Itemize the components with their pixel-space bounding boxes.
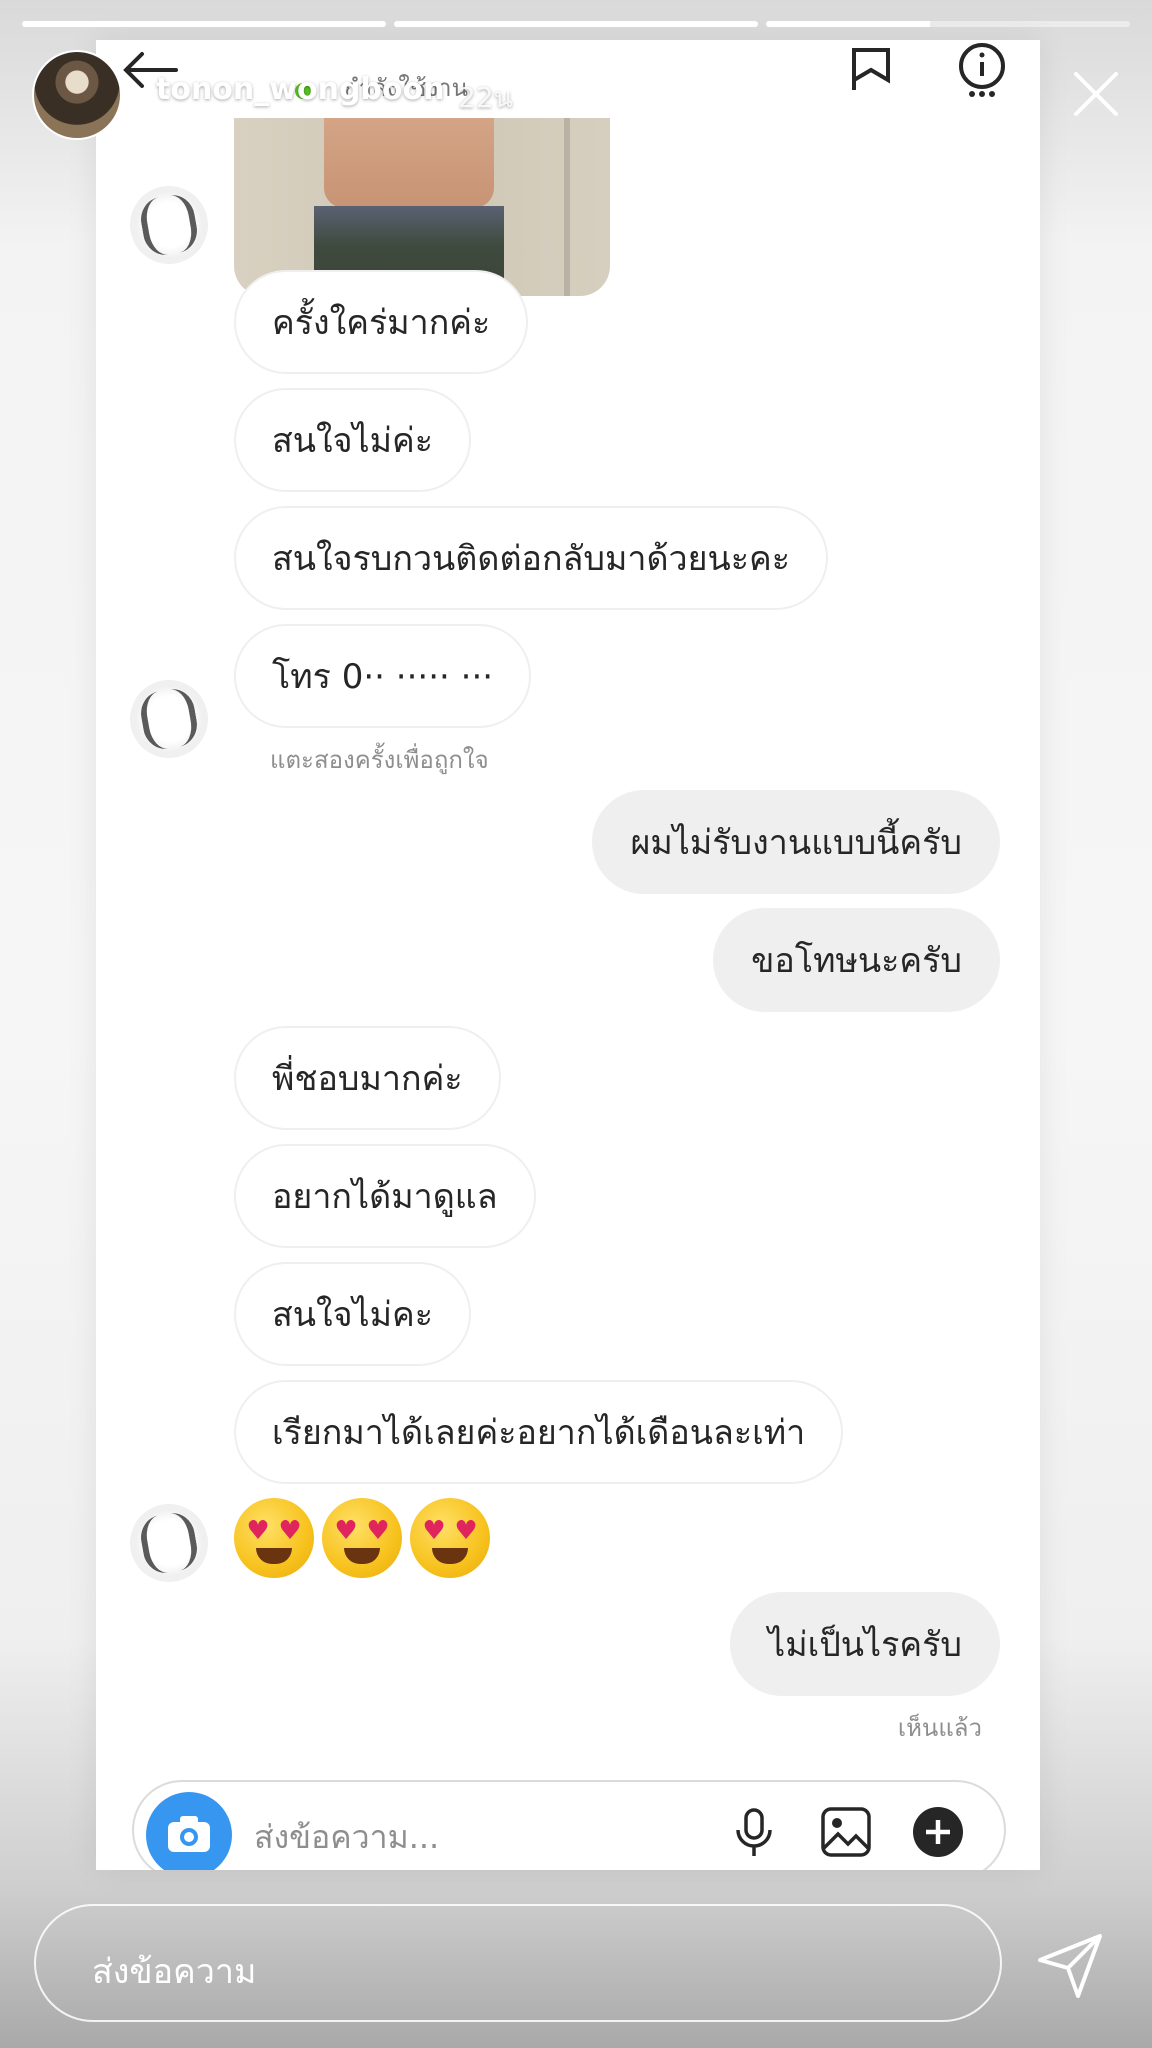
seen-label: เห็นแล้ว <box>897 1714 982 1742</box>
message-bubble-incoming[interactable]: อยากได้มาดูแล <box>234 1144 536 1248</box>
emoji-message[interactable]: ♥ ♥ ♥ ♥ ♥ ♥ <box>234 1498 490 1578</box>
message-bubble-outgoing[interactable]: ไม่เป็นไรครับ <box>730 1592 1000 1696</box>
message-bubble-incoming[interactable]: เรียกมาได้เลยค่ะอยากได้เดือนละเท่า <box>234 1380 844 1484</box>
heart-eyes-emoji-icon: ♥ ♥ <box>410 1498 490 1578</box>
progress-segment <box>766 21 1130 27</box>
microphone-icon[interactable] <box>728 1806 780 1858</box>
heart-eyes-emoji-icon: ♥ ♥ <box>234 1498 314 1578</box>
message-bubble-incoming[interactable]: ครั้งใคร่มากค่ะ <box>234 270 529 374</box>
message-bubble-incoming[interactable]: โทร 0·· ····· ··· <box>234 624 532 728</box>
heart-eyes-emoji-icon: ♥ ♥ <box>322 1498 402 1578</box>
dm-composer[interactable]: ส่งข้อความ... <box>132 1780 1006 1870</box>
message-bubble-outgoing[interactable]: ผมไม่รับงานแบบนี้ครับ <box>592 790 1000 894</box>
message-bubble-outgoing[interactable]: ขอโทษนะครับ <box>713 908 1000 1012</box>
plus-icon[interactable] <box>912 1806 964 1858</box>
camera-button[interactable] <box>146 1792 232 1870</box>
story-progress <box>22 21 1130 27</box>
double-tap-hint: แตะสองครั้งเพื่อถูกใจ <box>270 746 489 774</box>
photo-door <box>564 118 570 296</box>
image-icon[interactable] <box>820 1806 872 1858</box>
story-username[interactable]: tonon_wongboon <box>156 72 445 107</box>
story-header: tonon_wongboon 22น <box>0 46 1152 142</box>
message-input[interactable]: ส่งข้อความ... <box>254 1812 439 1863</box>
sender-avatar[interactable] <box>130 680 208 758</box>
message-bubble-incoming[interactable]: สนใจไม่ค่ะ <box>234 388 472 492</box>
progress-segment <box>394 21 758 27</box>
story-age: 22น <box>458 81 513 114</box>
message-bubble-incoming[interactable]: สนใจรบกวนติดต่อกลับมาด้วยนะคะ <box>234 506 829 610</box>
dm-screenshot: กำลังใช้งาน ครั้งใคร่มากค่ะ สนใจไม่ค่ะ ส… <box>96 40 1040 1870</box>
progress-segment <box>22 21 386 27</box>
sender-avatar[interactable] <box>130 1504 208 1582</box>
send-icon[interactable] <box>1034 1930 1106 2002</box>
sender-avatar[interactable] <box>130 186 208 264</box>
story-reply-input[interactable]: ส่งข้อความ <box>34 1904 1002 2022</box>
story-avatar[interactable] <box>32 50 122 140</box>
camera-icon <box>168 1816 210 1852</box>
message-bubble-incoming[interactable]: สนใจไม่คะ <box>234 1262 472 1366</box>
reply-placeholder: ส่งข้อความ <box>92 1952 257 1992</box>
close-icon[interactable] <box>1066 64 1126 124</box>
message-bubble-incoming[interactable]: พี่ชอบมากค่ะ <box>234 1026 501 1130</box>
